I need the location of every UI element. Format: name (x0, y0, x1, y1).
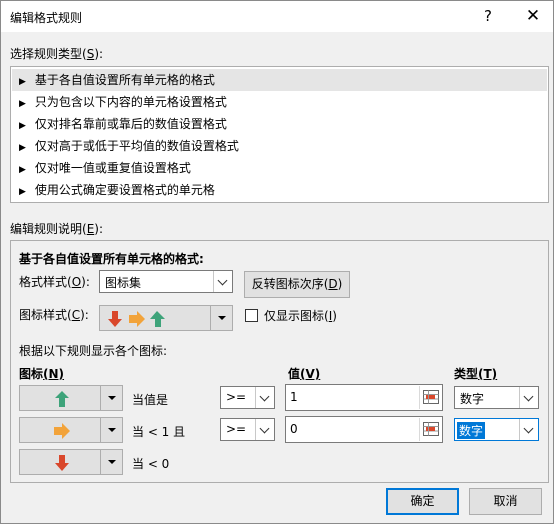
icon-column-header: 图标(N) (19, 367, 65, 381)
expand-arrow-icon: ▶ (19, 99, 26, 109)
green-up-arrow-icon (55, 391, 69, 407)
rule-type-item-label: 仅对唯一值或重复值设置格式 (34, 161, 191, 175)
rule-2-type-value: 数字 (457, 422, 486, 439)
red-down-arrow-icon (108, 311, 122, 327)
expand-arrow-icon: ▶ (19, 187, 26, 197)
rule-1-icon-select[interactable] (19, 385, 123, 411)
rule-1-type-value: 数字 (460, 392, 485, 406)
expand-arrow-icon: ▶ (19, 165, 26, 175)
expand-arrow-icon: ▶ (19, 143, 26, 153)
dialog-title: 编辑格式规则 (10, 11, 83, 25)
rule-1-value: 1 (290, 390, 298, 404)
rule-description-panel: 基于各自值设置所有单元格的格式: 格式样式(O): 图标集 反转图标次序(D) … (10, 240, 549, 483)
description-heading: 基于各自值设置所有单元格的格式: (19, 252, 204, 266)
chevron-down-icon (523, 423, 534, 434)
yellow-right-arrow-icon (54, 423, 70, 439)
chevron-down-icon (217, 275, 228, 286)
rule-1-icon-dropdown[interactable] (100, 386, 122, 410)
rule-2-icon-dropdown[interactable] (100, 418, 122, 442)
rule-1-cell-reference-button[interactable] (419, 386, 441, 409)
value-column-header: 值(V) (288, 367, 321, 381)
chevron-down-icon (259, 423, 270, 434)
cancel-button[interactable]: 取消 (469, 488, 542, 515)
help-button[interactable]: ? (473, 5, 503, 27)
rule-2-condition: 当 < 1 且 (132, 425, 186, 439)
rule-type-item-unique-duplicate[interactable]: ▶ 仅对唯一值或重复值设置格式 (12, 157, 547, 179)
edit-formatting-rule-dialog: 编辑格式规则 ? ✕ 选择规则类型(S): ▶ 基于各自值设置所有单元格的格式 … (0, 0, 554, 524)
icon-style-preview (108, 311, 165, 327)
rule-type-label: 选择规则类型(S): (10, 47, 104, 61)
icon-style-dropdown[interactable] (210, 306, 232, 330)
expand-arrow-icon: ▶ (19, 77, 26, 87)
rule-type-item-each-value[interactable]: ▶ 基于各自值设置所有单元格的格式 (12, 69, 547, 91)
title-bar: 编辑格式规则 ? ✕ (1, 1, 553, 32)
rule-2-cell-reference-button[interactable] (419, 418, 441, 441)
expand-arrow-icon: ▶ (19, 121, 26, 131)
format-style-dropdown[interactable] (213, 271, 232, 292)
rule-1-type-dropdown[interactable] (519, 387, 538, 408)
rule-3-icon-dropdown[interactable] (100, 450, 122, 474)
rule-2-operator-value: >= (226, 422, 247, 436)
rule-1-type-select[interactable]: 数字 (454, 386, 539, 409)
format-style-select[interactable]: 图标集 (99, 270, 233, 293)
rules-caption: 根据以下规则显示各个图标: (19, 344, 168, 358)
rule-3-icon-select[interactable] (19, 449, 123, 475)
icon-style-label: 图标样式(C): (19, 308, 89, 322)
rule-type-item-label: 仅对排名靠前或靠后的数值设置格式 (34, 117, 227, 131)
rule-2-value: 0 (290, 422, 298, 436)
rule-description-label: 编辑规则说明(E): (10, 222, 104, 236)
rule-2-icon-select[interactable] (19, 417, 123, 443)
format-style-value: 图标集 (105, 276, 142, 290)
rule-type-item-label: 基于各自值设置所有单元格的格式 (34, 73, 215, 87)
rule-1-operator-value: >= (226, 390, 247, 404)
rule-2-type-dropdown[interactable] (519, 419, 538, 440)
rule-2-operator-dropdown[interactable] (255, 419, 274, 440)
rule-type-item-label: 仅对高于或低于平均值的数值设置格式 (34, 139, 239, 153)
rule-type-item-above-below-average[interactable]: ▶ 仅对高于或低于平均值的数值设置格式 (12, 135, 547, 157)
rule-3-condition: 当 < 0 (132, 457, 170, 471)
cell-reference-icon (423, 390, 439, 404)
chevron-down-icon (259, 391, 270, 402)
rule-1-operator-dropdown[interactable] (255, 387, 274, 408)
chevron-down-icon (523, 391, 534, 402)
reverse-icon-order-button[interactable]: 反转图标次序(D) (244, 271, 350, 298)
yellow-right-arrow-icon (129, 311, 145, 327)
rule-type-item-top-bottom[interactable]: ▶ 仅对排名靠前或靠后的数值设置格式 (12, 113, 547, 135)
rule-2-type-select[interactable]: 数字 (454, 418, 539, 441)
caret-down-icon (108, 428, 116, 432)
rule-1-value-input[interactable]: 1 (285, 384, 443, 411)
rule-1-operator-select[interactable]: >= (220, 386, 275, 409)
rule-2-operator-select[interactable]: >= (220, 418, 275, 441)
caret-down-icon (108, 460, 116, 464)
ok-button[interactable]: 确定 (386, 488, 459, 515)
rule-type-item-contains[interactable]: ▶ 只为包含以下内容的单元格设置格式 (12, 91, 547, 113)
rule-1-condition: 当值是 (132, 393, 169, 407)
green-up-arrow-icon (150, 311, 165, 327)
icon-style-select[interactable] (99, 305, 233, 331)
show-icon-only-checkbox[interactable] (245, 309, 258, 322)
show-icon-only-label: 仅显示图标(I) (264, 309, 337, 323)
rule-type-list[interactable]: ▶ 基于各自值设置所有单元格的格式 ▶ 只为包含以下内容的单元格设置格式 ▶ 仅… (10, 66, 549, 203)
caret-down-icon (218, 316, 226, 320)
rule-2-value-input[interactable]: 0 (285, 416, 443, 443)
rule-type-item-formula[interactable]: ▶ 使用公式确定要设置格式的单元格 (12, 179, 547, 201)
close-button[interactable]: ✕ (518, 5, 548, 27)
caret-down-icon (108, 396, 116, 400)
format-style-label: 格式样式(O): (19, 275, 90, 289)
red-down-arrow-icon (55, 455, 69, 471)
type-column-header: 类型(T) (454, 367, 498, 381)
cell-reference-icon (423, 422, 439, 436)
rule-type-item-label: 只为包含以下内容的单元格设置格式 (34, 95, 227, 109)
rule-type-item-label: 使用公式确定要设置格式的单元格 (34, 183, 215, 197)
